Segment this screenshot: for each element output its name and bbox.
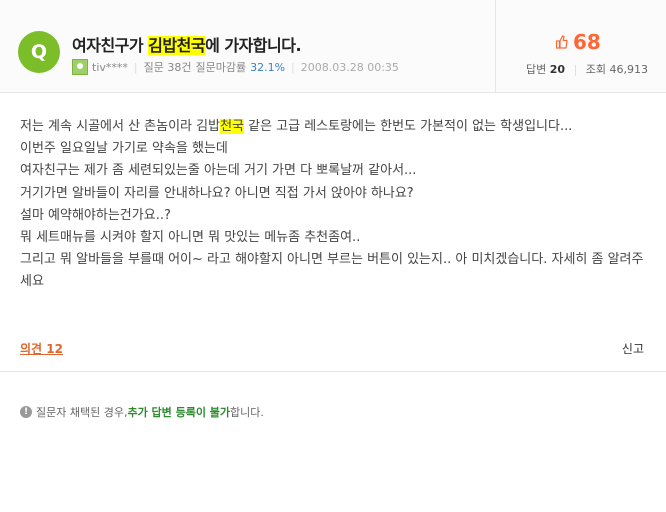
body-line1-pre: 저는 계속 시골에서 산 촌놈이라 김밥 <box>20 119 221 134</box>
body-line: 이번주 일요일날 가기로 약속을 했는데 <box>20 141 228 157</box>
notice-text-green: 추가 답변 등록이 불가 <box>127 406 231 419</box>
meta-divider: | <box>133 60 138 74</box>
score-value: 68 <box>573 30 601 54</box>
meta-divider: | <box>291 60 295 74</box>
body-line: 거기가면 알바들이 자리를 안내하나요? 아니면 직접 가서 앉아야 하나요? <box>20 185 414 201</box>
recommend-score[interactable]: 68 <box>556 30 601 54</box>
info-icon: ! <box>20 406 32 418</box>
answers-label: 답변 <box>526 63 547 76</box>
author-name[interactable]: tiv**** <box>92 61 128 74</box>
notice-text-post: 합니다. <box>230 406 264 419</box>
question-stats: 68 답변 20 | 조회 46,913 <box>496 0 666 92</box>
answers-count: 20 <box>549 63 566 76</box>
views-label: 조회 <box>585 63 607 76</box>
questions-count: 질문 38건 <box>143 61 192 74</box>
body-line: 설마 예약해야하는건가요..? <box>20 207 171 223</box>
question-title: 여자친구가 김밥천국에 가자합니다. <box>72 32 302 56</box>
body-line: 저는 계속 시골에서 산 촌놈이라 김밥천국 같은 고급 레스토랑에는 한번도 … <box>20 116 648 138</box>
body-line1-post: 같은 고급 레스토랑에는 한번도 가본적이 없는 학생입니다... <box>243 119 573 134</box>
notice-text-pre: 질문자 채택된 경우, <box>36 406 128 419</box>
post-date: 2008.03.28 00:35 <box>300 60 399 74</box>
body-line: 여자친구는 제가 좀 세련되있는줄 아는데 거기 가면 다 뽀록날꺼 같아서..… <box>20 163 417 179</box>
body-line: 그리고 뭐 알바들을 부를때 어이~ 라고 해야할지 아니면 부르는 버튼이 있… <box>20 252 644 290</box>
user-avatar-icon[interactable] <box>72 59 88 75</box>
question-meta: tiv**** | 질문 38건 질문마감률 32.1% | 2008.03.2… <box>72 59 399 75</box>
opinions-link[interactable]: 의견 12 <box>20 340 63 357</box>
question-body: 저는 계속 시골에서 산 촌놈이라 김밥천국 같은 고급 레스토랑에는 한번도 … <box>20 116 648 294</box>
answer-view-counts: 답변 20 | 조회 46,913 <box>526 61 648 77</box>
thumbs-up-icon <box>556 35 568 49</box>
stats-divider: | <box>573 63 578 76</box>
adoption-notice: ! 질문자 채택된 경우, 추가 답변 등록이 불가 합니다. <box>20 404 264 420</box>
title-suffix: 에 가자합니다. <box>205 36 302 55</box>
close-rate-value: 32.1% <box>250 60 286 74</box>
report-link[interactable]: 신고 <box>622 340 644 357</box>
close-rate-label: 질문마감률 <box>195 61 247 74</box>
title-highlight: 김밥천국 <box>148 36 206 55</box>
views-count: 46,913 <box>609 63 649 76</box>
question-header: Q 여자친구가 김밥천국에 가자합니다. tiv**** | 질문 38건 질문… <box>0 0 666 93</box>
title-prefix: 여자친구가 <box>72 36 149 55</box>
section-divider <box>0 371 666 372</box>
body-line: 뭐 세트매뉴를 시켜야 할지 아니면 뭐 맛있는 메뉴좀 추천좀여.. <box>20 230 361 246</box>
question-badge-icon: Q <box>18 31 60 73</box>
body-highlight: 천국 <box>220 119 244 134</box>
